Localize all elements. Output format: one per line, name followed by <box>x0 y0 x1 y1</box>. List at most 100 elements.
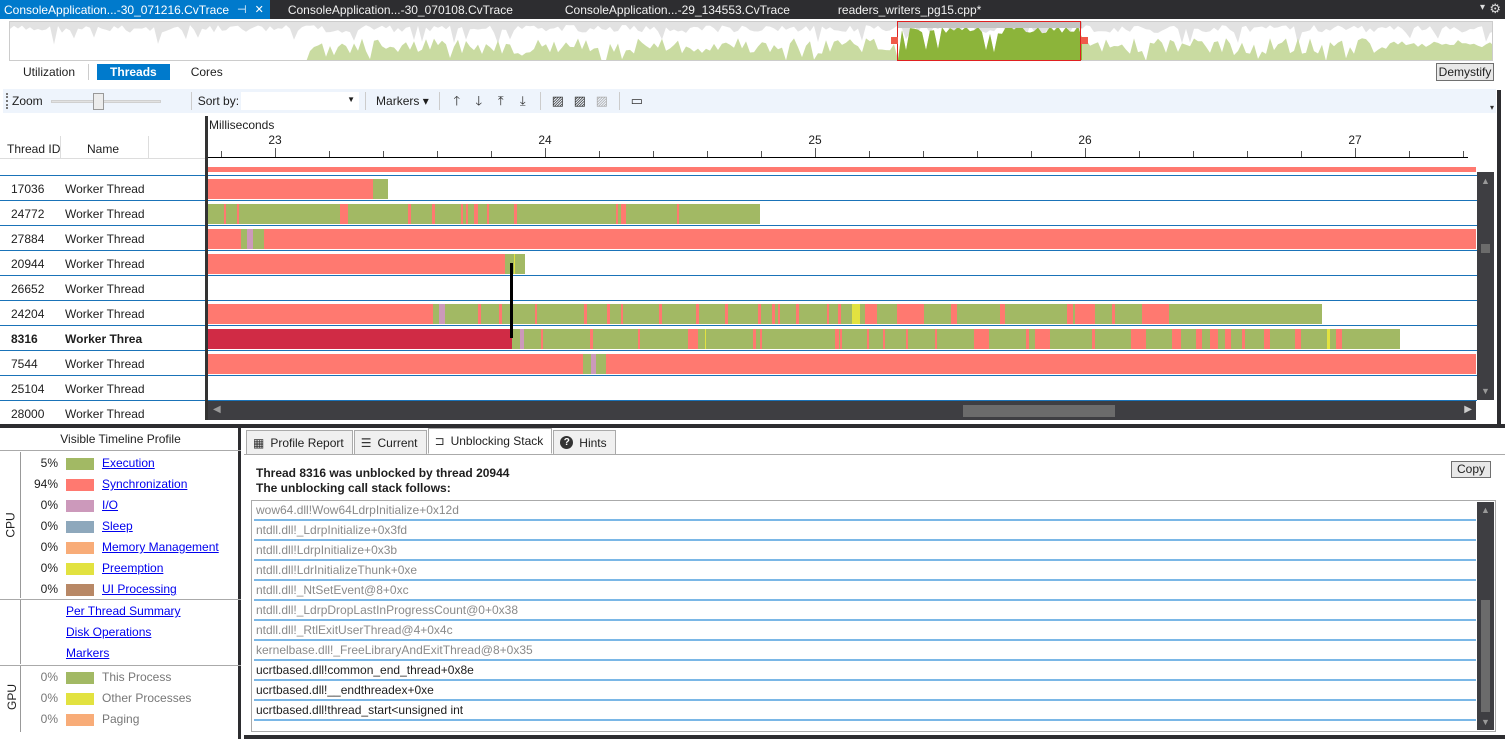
move-down-icon[interactable]: 🡓 <box>468 92 490 110</box>
thread-state-segment[interactable] <box>439 304 445 324</box>
scroll-down-icon[interactable]: ▼ <box>1481 386 1490 396</box>
doc-tab-trace-071216[interactable]: ConsoleApplication...-30_071216.CvTrace … <box>0 0 270 19</box>
thread-state-segment[interactable] <box>974 329 989 349</box>
scroll-up-icon[interactable]: ▲ <box>1481 505 1490 515</box>
tab-profile-report[interactable]: ▦ Profile Report <box>246 430 353 454</box>
thread-state-segment[interactable] <box>408 204 411 224</box>
thread-state-segment[interactable] <box>1242 329 1245 349</box>
thread-state-segment[interactable] <box>373 179 388 199</box>
thread-state-segment[interactable] <box>1026 329 1029 349</box>
doc-tab-cpp-file[interactable]: readers_writers_pg15.cpp* <box>834 0 987 19</box>
thread-state-segment[interactable] <box>1327 329 1330 349</box>
legend-item[interactable]: 0% Sleep <box>0 517 240 535</box>
thread-state-segment[interactable] <box>466 204 468 224</box>
thread-state-segment[interactable] <box>590 329 593 349</box>
thread-state-segment[interactable] <box>476 204 478 224</box>
zoom-slider[interactable] <box>50 92 161 110</box>
thread-state-segment[interactable] <box>208 329 512 349</box>
thread-state-segment[interactable] <box>1112 304 1115 324</box>
remove-marker-icon[interactable]: ▨ <box>569 92 591 110</box>
thread-state-segment[interactable] <box>1172 329 1181 349</box>
thread-state-segment[interactable] <box>935 329 937 349</box>
thread-state-segment[interactable] <box>951 304 957 324</box>
call-stack-frame[interactable]: ntdll.dll!LdrpInitialize+0x3b <box>254 541 1476 561</box>
overview-selection-window[interactable] <box>897 21 1081 61</box>
scroll-up-icon[interactable]: ▲ <box>1481 176 1490 186</box>
tab-hints[interactable]: ? Hints <box>553 430 616 454</box>
thread-state-segment[interactable] <box>827 304 829 324</box>
pane-splitter[interactable] <box>205 116 208 420</box>
thread-state-segment[interactable] <box>1142 304 1165 324</box>
thread-state-segment[interactable] <box>760 329 762 349</box>
thread-state-segment[interactable] <box>340 204 348 224</box>
thread-state-segment[interactable] <box>461 204 463 224</box>
thread-state-segment[interactable] <box>208 354 1476 374</box>
thread-state-segment[interactable] <box>478 304 481 324</box>
gear-icon[interactable]: ⚙ <box>1489 1 1501 17</box>
thread-state-segment[interactable] <box>621 204 626 224</box>
zoom-slider-thumb[interactable] <box>92 93 104 110</box>
move-bottom-icon[interactable]: ⤓ <box>512 92 534 110</box>
call-stack-frame[interactable]: ntdll.dll!_LdrpDropLastInProgressCount@0… <box>254 601 1476 621</box>
thread-state-segment[interactable] <box>677 204 679 224</box>
thread-state-segment[interactable] <box>208 304 433 324</box>
scrollbar-thumb[interactable] <box>1481 600 1490 712</box>
tab-list-dropdown-icon[interactable]: ▾ <box>1480 2 1485 13</box>
legend-category-link[interactable]: Memory Management <box>102 540 219 554</box>
thread-state-segment[interactable] <box>596 354 606 374</box>
call-stack-frame[interactable]: ucrtbased.dll!common_end_thread+0x8e <box>254 661 1476 681</box>
thread-state-segment[interactable] <box>616 204 618 224</box>
scrollbar-thumb[interactable] <box>1481 244 1490 253</box>
close-icon[interactable]: ✕ <box>255 3 264 16</box>
legend-category-link[interactable]: Sleep <box>102 519 133 533</box>
copy-button[interactable]: Copy <box>1451 461 1491 478</box>
thread-state-segment[interactable] <box>778 304 780 324</box>
thread-state-segment[interactable] <box>1000 304 1005 324</box>
markers-link[interactable]: Markers <box>66 646 109 660</box>
thread-state-segment[interactable] <box>840 329 842 349</box>
thread-state-segment[interactable] <box>208 229 1476 249</box>
doc-tab-trace-070108[interactable]: ConsoleApplication...-30_070108.CvTrace <box>284 0 519 19</box>
thread-state-segment[interactable] <box>515 254 525 274</box>
add-marker-icon[interactable]: ▨ <box>547 92 569 110</box>
thread-state-segment[interactable] <box>499 304 502 324</box>
legend-item[interactable]: 94% Synchronization <box>0 475 240 493</box>
selection-left-handle[interactable] <box>891 37 898 44</box>
timeline-vertical-scrollbar[interactable]: ▲ ▼ <box>1477 172 1494 400</box>
thread-state-segment[interactable] <box>835 329 839 349</box>
thread-state-segment[interactable] <box>1164 304 1169 324</box>
call-stack-frame[interactable]: ucrtbased.dll!__endthreadex+0xe <box>254 681 1476 701</box>
thread-state-segment[interactable] <box>705 329 706 349</box>
overview-utilization-graph[interactable] <box>9 21 1493 61</box>
scroll-right-icon[interactable]: ▶ <box>1464 404 1472 415</box>
thread-state-segment[interactable] <box>906 329 908 349</box>
thread-state-segment[interactable] <box>1131 329 1146 349</box>
thread-state-segment[interactable] <box>253 229 264 249</box>
sort-by-dropdown[interactable]: ▼ <box>241 92 360 110</box>
legend-category-link[interactable]: UI Processing <box>102 582 177 596</box>
thread-state-segment[interactable] <box>725 304 728 324</box>
call-stack-frame[interactable]: ucrtbased.dll!thread_start<unsigned int <box>254 701 1476 721</box>
legend-item[interactable]: 0% Preemption <box>0 559 240 577</box>
call-stack-frame[interactable]: ntdll.dll!LdrInitializeThunk+0xe <box>254 561 1476 581</box>
scroll-down-icon[interactable]: ▼ <box>1481 717 1490 727</box>
thread-state-segment[interactable] <box>659 304 662 324</box>
column-header-name[interactable]: Name <box>87 142 119 156</box>
thread-state-segment[interactable] <box>208 254 505 274</box>
legend-category-link[interactable]: Preemption <box>102 561 163 575</box>
demystify-button[interactable]: Demystify <box>1436 63 1494 81</box>
view-tab-cores[interactable]: Cores <box>178 64 236 80</box>
thread-state-segment[interactable] <box>224 204 226 224</box>
thread-state-segment[interactable] <box>607 304 610 324</box>
thread-state-segment[interactable] <box>1196 329 1202 349</box>
legend-item[interactable]: 0% UI Processing <box>0 580 240 598</box>
call-stack-frame[interactable]: ntdll.dll!_RtlExitUserThread@4+0x4c <box>254 621 1476 641</box>
selection-right-handle[interactable] <box>1081 37 1088 44</box>
thread-state-segment[interactable] <box>1295 329 1301 349</box>
view-tab-utilization[interactable]: Utilization <box>10 64 90 80</box>
disk-operations-link[interactable]: Disk Operations <box>66 625 151 639</box>
legend-category-link[interactable]: Synchronization <box>102 477 187 491</box>
scroll-left-icon[interactable]: ◀ <box>213 404 221 415</box>
thread-state-segment[interactable] <box>852 304 860 324</box>
legend-category-link[interactable]: Execution <box>102 456 155 470</box>
